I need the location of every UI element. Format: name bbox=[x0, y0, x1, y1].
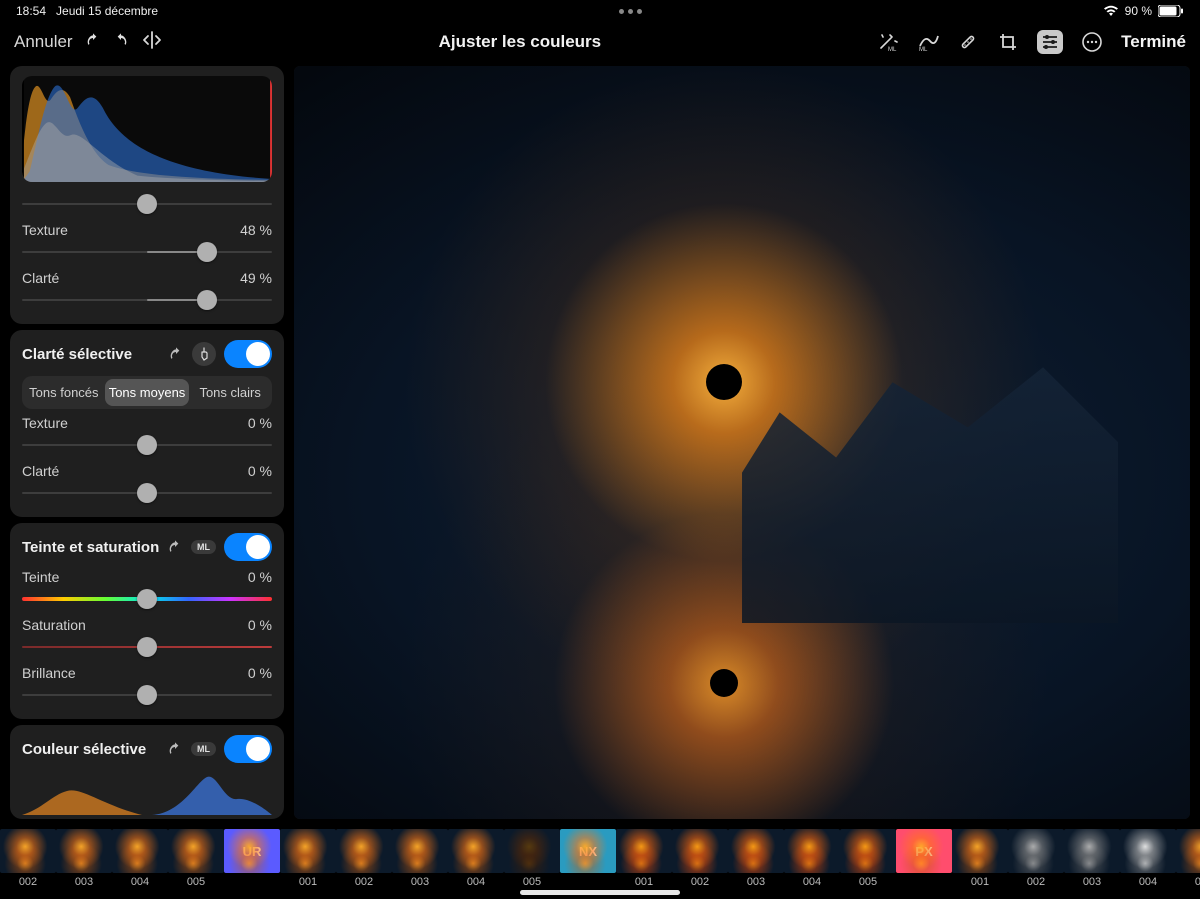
curves-ml-icon[interactable]: ML bbox=[917, 31, 939, 53]
selective-color-ml-badge[interactable]: ML bbox=[191, 742, 216, 756]
preset-thumb[interactable]: UR bbox=[224, 829, 280, 876]
magic-wand-ml-icon[interactable]: ML bbox=[877, 31, 899, 53]
texture-label: Texture bbox=[22, 222, 68, 238]
status-battery-pct: 90 % bbox=[1125, 4, 1152, 18]
sc-clarity-value: 0 % bbox=[248, 463, 272, 479]
preset-thumb[interactable]: PX bbox=[896, 829, 952, 876]
status-bar: 18:54 Jeudi 15 décembre 90 % bbox=[0, 0, 1200, 22]
hue-sat-ml-badge[interactable]: ML bbox=[191, 540, 216, 554]
vibrance-value: 0 % bbox=[248, 665, 272, 681]
battery-icon bbox=[1158, 5, 1184, 17]
page-title: Ajuster les couleurs bbox=[163, 32, 878, 52]
preset-thumb[interactable]: 003 bbox=[56, 829, 112, 888]
preset-thumb[interactable]: 002 bbox=[672, 829, 728, 888]
adjustments-sidebar: Texture 48 % Clarté 49 % Clarté sélectiv… bbox=[0, 62, 290, 823]
selective-clarity-toggle[interactable] bbox=[224, 340, 272, 368]
selective-color-histo-warm bbox=[22, 771, 142, 815]
undo-button[interactable] bbox=[85, 32, 101, 53]
preset-thumb[interactable]: 001 bbox=[280, 829, 336, 888]
image-canvas[interactable] bbox=[294, 66, 1190, 819]
segment-dark[interactable]: Tons foncés bbox=[25, 379, 103, 406]
presets-strip[interactable]: 002003004005UR001002003004005NX001002003… bbox=[0, 823, 1200, 899]
preset-thumb[interactable]: 004 bbox=[112, 829, 168, 888]
clarity-value: 49 % bbox=[240, 270, 272, 286]
adjustments-icon[interactable] bbox=[1037, 30, 1063, 54]
preset-thumb[interactable]: 002 bbox=[336, 829, 392, 888]
preset-thumb[interactable]: 002 bbox=[1008, 829, 1064, 888]
preset-thumb[interactable]: 003 bbox=[1064, 829, 1120, 888]
hue-sat-toggle[interactable] bbox=[224, 533, 272, 561]
selective-clarity-title: Clarté sélective bbox=[22, 346, 132, 363]
clarity-slider[interactable] bbox=[22, 288, 272, 312]
histogram[interactable] bbox=[22, 76, 272, 182]
preset-thumb[interactable]: 002 bbox=[0, 829, 56, 888]
selective-color-reset-icon[interactable] bbox=[167, 741, 183, 757]
preset-thumb[interactable]: NX bbox=[560, 829, 616, 876]
tones-segment[interactable]: Tons foncés Tons moyens Tons clairs bbox=[22, 376, 272, 409]
multitask-indicator[interactable] bbox=[158, 9, 1103, 14]
segment-light[interactable]: Tons clairs bbox=[191, 379, 269, 406]
segment-mid[interactable]: Tons moyens bbox=[105, 379, 190, 406]
selective-clarity-touch-icon[interactable] bbox=[192, 342, 216, 366]
ellipsis-icon[interactable] bbox=[1081, 31, 1103, 53]
preset-thumb[interactable]: 005 bbox=[1176, 829, 1200, 888]
sc-clarity-label: Clarté bbox=[22, 463, 59, 479]
cancel-button[interactable]: Annuler bbox=[14, 32, 73, 52]
svg-text:ML: ML bbox=[919, 47, 928, 52]
selective-color-toggle[interactable] bbox=[224, 735, 272, 763]
crop-icon[interactable] bbox=[997, 31, 1019, 53]
saturation-value: 0 % bbox=[248, 617, 272, 633]
sc-clarity-slider[interactable] bbox=[22, 481, 272, 505]
saturation-slider[interactable] bbox=[22, 635, 272, 659]
selective-color-title: Couleur sélective bbox=[22, 741, 146, 758]
done-button[interactable]: Terminé bbox=[1121, 32, 1186, 52]
vibrance-slider[interactable] bbox=[22, 683, 272, 707]
hue-sat-title: Teinte et saturation bbox=[22, 539, 159, 556]
preset-thumb[interactable]: 001 bbox=[616, 829, 672, 888]
selective-clarity-reset-icon[interactable] bbox=[168, 346, 184, 362]
hue-label: Teinte bbox=[22, 569, 59, 585]
status-date: Jeudi 15 décembre bbox=[56, 4, 158, 18]
vibrance-label: Brillance bbox=[22, 665, 76, 681]
saturation-label: Saturation bbox=[22, 617, 86, 633]
exposure-slider[interactable] bbox=[22, 192, 272, 216]
selective-color-histo-cool bbox=[152, 771, 272, 815]
hue-sat-reset-icon[interactable] bbox=[167, 539, 183, 555]
preset-thumb[interactable]: 004 bbox=[448, 829, 504, 888]
sc-texture-label: Texture bbox=[22, 415, 68, 431]
preset-thumb[interactable]: 003 bbox=[728, 829, 784, 888]
svg-text:ML: ML bbox=[888, 47, 897, 52]
sc-texture-value: 0 % bbox=[248, 415, 272, 431]
preset-thumb[interactable]: 003 bbox=[392, 829, 448, 888]
redo-button[interactable] bbox=[113, 32, 129, 53]
preset-thumb[interactable]: 005 bbox=[504, 829, 560, 888]
heal-icon[interactable] bbox=[957, 31, 979, 53]
selective-clarity-panel: Clarté sélective Tons foncés Tons moyens… bbox=[10, 330, 284, 517]
texture-slider[interactable] bbox=[22, 240, 272, 264]
texture-value: 48 % bbox=[240, 222, 272, 238]
preset-thumb[interactable]: 001 bbox=[952, 829, 1008, 888]
selective-color-panel: Couleur sélective ML bbox=[10, 725, 284, 819]
preset-thumb[interactable]: 005 bbox=[840, 829, 896, 888]
status-time: 18:54 bbox=[16, 4, 46, 18]
preset-thumb[interactable]: 005 bbox=[168, 829, 224, 888]
hue-value: 0 % bbox=[248, 569, 272, 585]
home-indicator[interactable] bbox=[520, 890, 680, 895]
preset-thumb[interactable]: 004 bbox=[1120, 829, 1176, 888]
preset-thumb[interactable]: 004 bbox=[784, 829, 840, 888]
clarity-label: Clarté bbox=[22, 270, 59, 286]
sc-texture-slider[interactable] bbox=[22, 433, 272, 457]
compare-icon[interactable] bbox=[141, 31, 163, 54]
basic-panel: Texture 48 % Clarté 49 % bbox=[10, 66, 284, 324]
edited-photo bbox=[294, 66, 1190, 819]
wifi-icon bbox=[1103, 5, 1119, 17]
hue-slider[interactable] bbox=[22, 587, 272, 611]
title-bar: Annuler Ajuster les couleurs ML ML Te bbox=[0, 22, 1200, 62]
hue-sat-panel: Teinte et saturation ML Teinte 0 % Satur… bbox=[10, 523, 284, 719]
